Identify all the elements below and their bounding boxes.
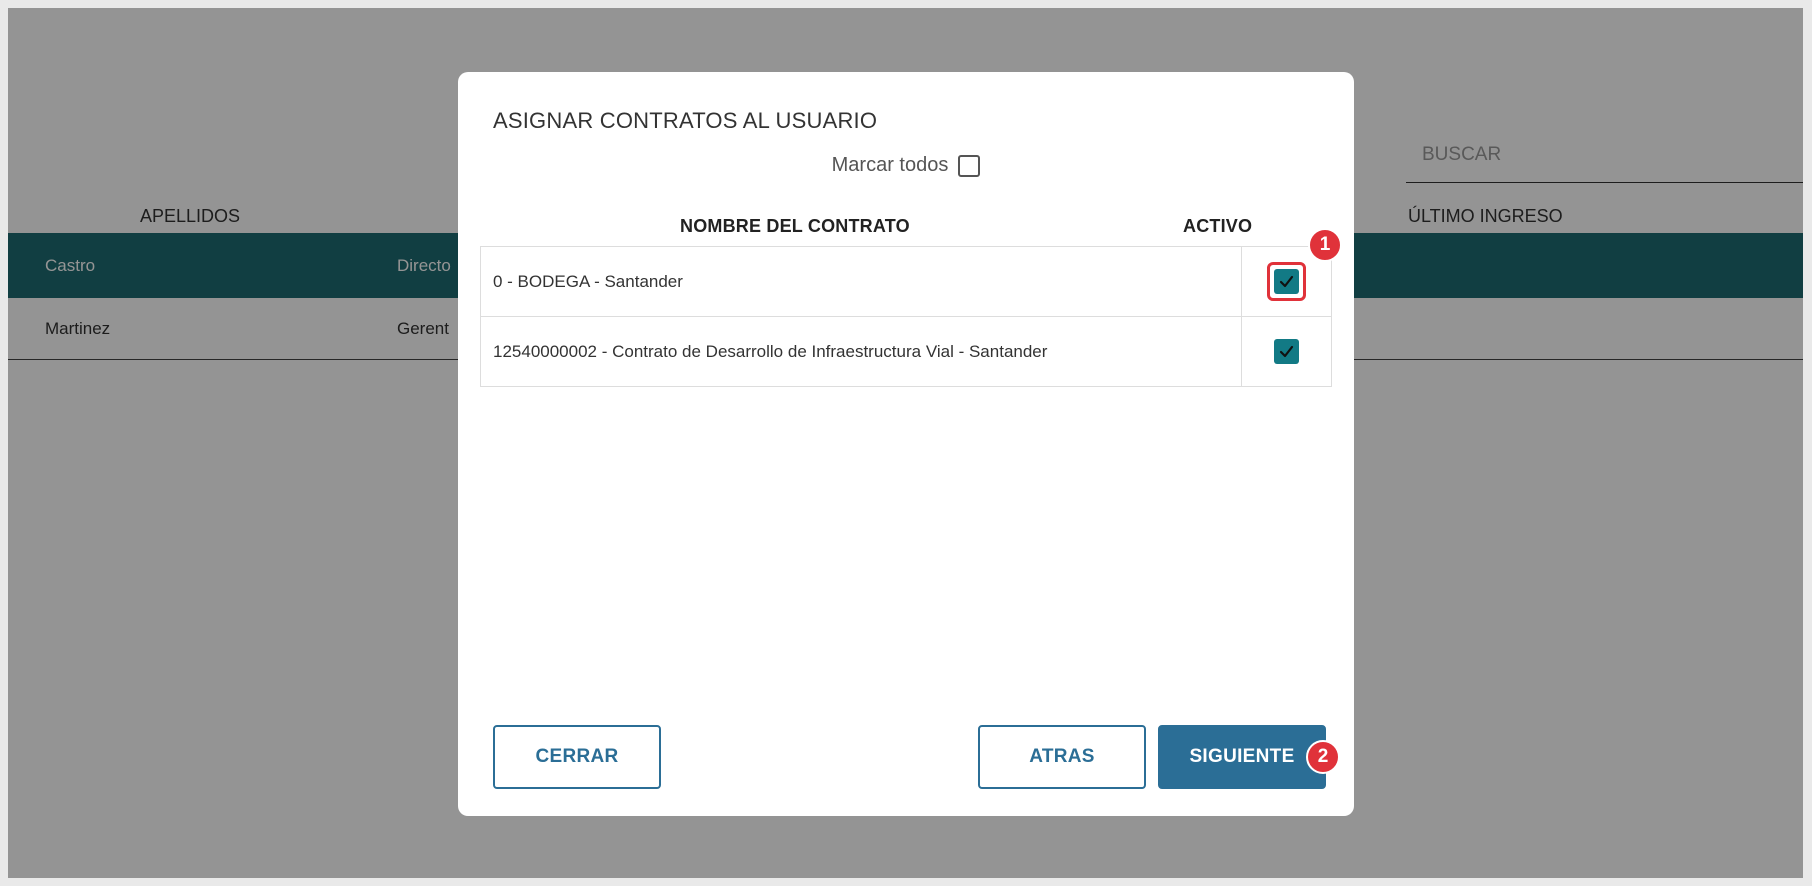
next-button[interactable]: SIGUIENTE: [1158, 725, 1326, 789]
back-button[interactable]: ATRAS: [978, 725, 1146, 789]
assign-contracts-dialog: ASIGNAR CONTRATOS AL USUARIO Marcar todo…: [458, 72, 1354, 816]
active-cell: [1241, 316, 1332, 387]
mark-all-checkbox[interactable]: [958, 154, 981, 177]
app-window: APELLIDOS ÚLTIMO INGRESO Castro Directo …: [8, 8, 1803, 878]
step-marker-2: 2: [1306, 740, 1340, 774]
mark-all-control: Marcar todos: [458, 154, 1354, 177]
checkmark-icon: [1279, 345, 1294, 358]
step-marker-1: 1: [1308, 228, 1342, 262]
checkmark-icon: [1279, 275, 1294, 288]
active-checkbox[interactable]: [1274, 269, 1299, 294]
highlight-frame: [1267, 262, 1306, 301]
contract-name: 12540000002 - Contrato de Desarrollo de …: [480, 316, 1242, 387]
column-header-contract-name: NOMBRE DEL CONTRATO: [680, 216, 910, 236]
mark-all-label: Marcar todos: [831, 154, 949, 176]
table-row: 0 - BODEGA - Santander: [480, 246, 1332, 317]
column-header-active: ACTIVO: [1183, 216, 1253, 236]
contracts-table: 0 - BODEGA - Santander 12540000002 - Con…: [480, 246, 1332, 387]
close-button[interactable]: CERRAR: [493, 725, 661, 789]
table-row: 12540000002 - Contrato de Desarrollo de …: [480, 316, 1332, 387]
dialog-title: ASIGNAR CONTRATOS AL USUARIO: [493, 108, 878, 133]
contract-name: 0 - BODEGA - Santander: [480, 246, 1242, 317]
active-checkbox[interactable]: [1274, 339, 1299, 364]
